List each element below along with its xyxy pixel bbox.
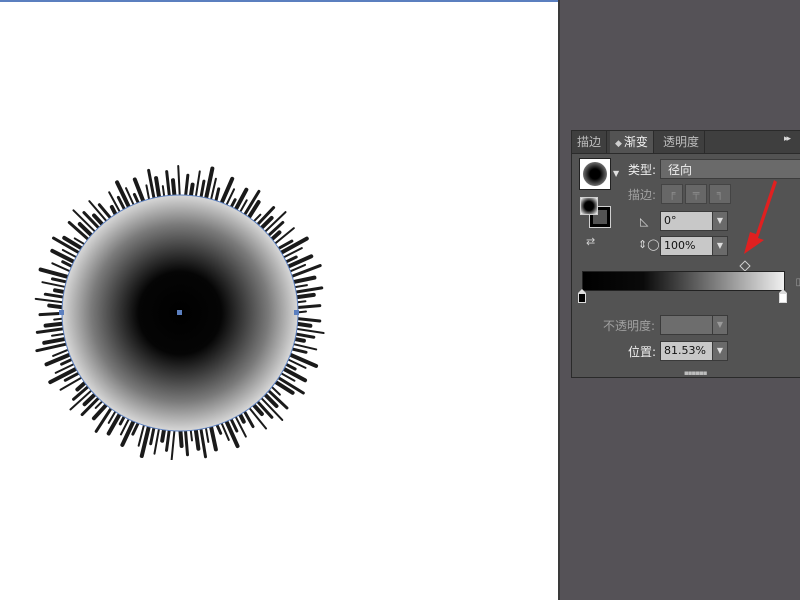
type-select[interactable]: 径向	[660, 159, 800, 179]
location-field[interactable]: 81.53% ▼	[660, 341, 728, 361]
selected-artwork[interactable]	[30, 160, 330, 460]
fill-swatch[interactable]	[580, 197, 598, 215]
opacity-label: 不透明度:	[603, 319, 656, 333]
gradient-stop-0[interactable]	[578, 289, 586, 304]
aspect-ratio-icon: ⇕◯	[638, 238, 660, 251]
stroke-across-icon: ╕	[709, 184, 731, 204]
anchor-point-left[interactable]	[59, 310, 64, 315]
location-dropdown-icon[interactable]: ▼	[712, 342, 727, 360]
tab-transparency[interactable]: 透明度	[658, 131, 706, 153]
red-annotation-arrow	[744, 180, 777, 254]
opacity-field[interactable]: ▼	[660, 315, 728, 335]
angle-icon: ◺	[640, 215, 649, 228]
reverse-gradient-icon[interactable]: ⇄	[586, 235, 602, 249]
aspect-ratio-dropdown-icon[interactable]: ▼	[712, 237, 727, 255]
gradient-midpoint-diamond[interactable]	[739, 260, 751, 272]
artboard-top-edge	[0, 0, 560, 2]
anchor-point-right[interactable]	[294, 310, 299, 315]
gradient-stop-1[interactable]	[779, 289, 787, 304]
preview-dropdown-icon[interactable]: ▼	[613, 169, 619, 178]
panel-menu-icon[interactable]: ▸▸	[784, 134, 791, 144]
aspect-ratio-field[interactable]: 100% ▼	[660, 236, 728, 256]
stroke-within-icon: ╒	[661, 184, 683, 204]
stroke-gradient-label: 描边:	[628, 188, 657, 202]
angle-dropdown-icon[interactable]: ▼	[712, 212, 727, 230]
delete-stop-icon[interactable]: ▯	[795, 277, 800, 288]
panel-tab-bar: 描边 ◆ 渐变 透明度 ▸▸	[572, 131, 800, 154]
angle-field[interactable]: 0° ▼	[660, 211, 728, 231]
center-point-handle[interactable]	[177, 310, 182, 315]
gradient-preview-swatch[interactable]	[579, 158, 611, 190]
panel-resize-grip[interactable]: ▪▪▪▪▪▪	[684, 369, 707, 377]
stroke-along-icon: ╤	[685, 184, 707, 204]
location-label: 位置:	[628, 345, 657, 359]
gradient-slider-bar[interactable]	[582, 271, 785, 291]
gradient-preview-icon	[583, 162, 607, 186]
tab-toggle-icon: ◆	[615, 139, 622, 149]
tab-gradient[interactable]: ◆ 渐变	[610, 131, 654, 153]
tab-stroke[interactable]: 描边	[572, 131, 608, 153]
type-label: 类型:	[628, 163, 657, 177]
opacity-dropdown-icon[interactable]: ▼	[712, 316, 727, 334]
